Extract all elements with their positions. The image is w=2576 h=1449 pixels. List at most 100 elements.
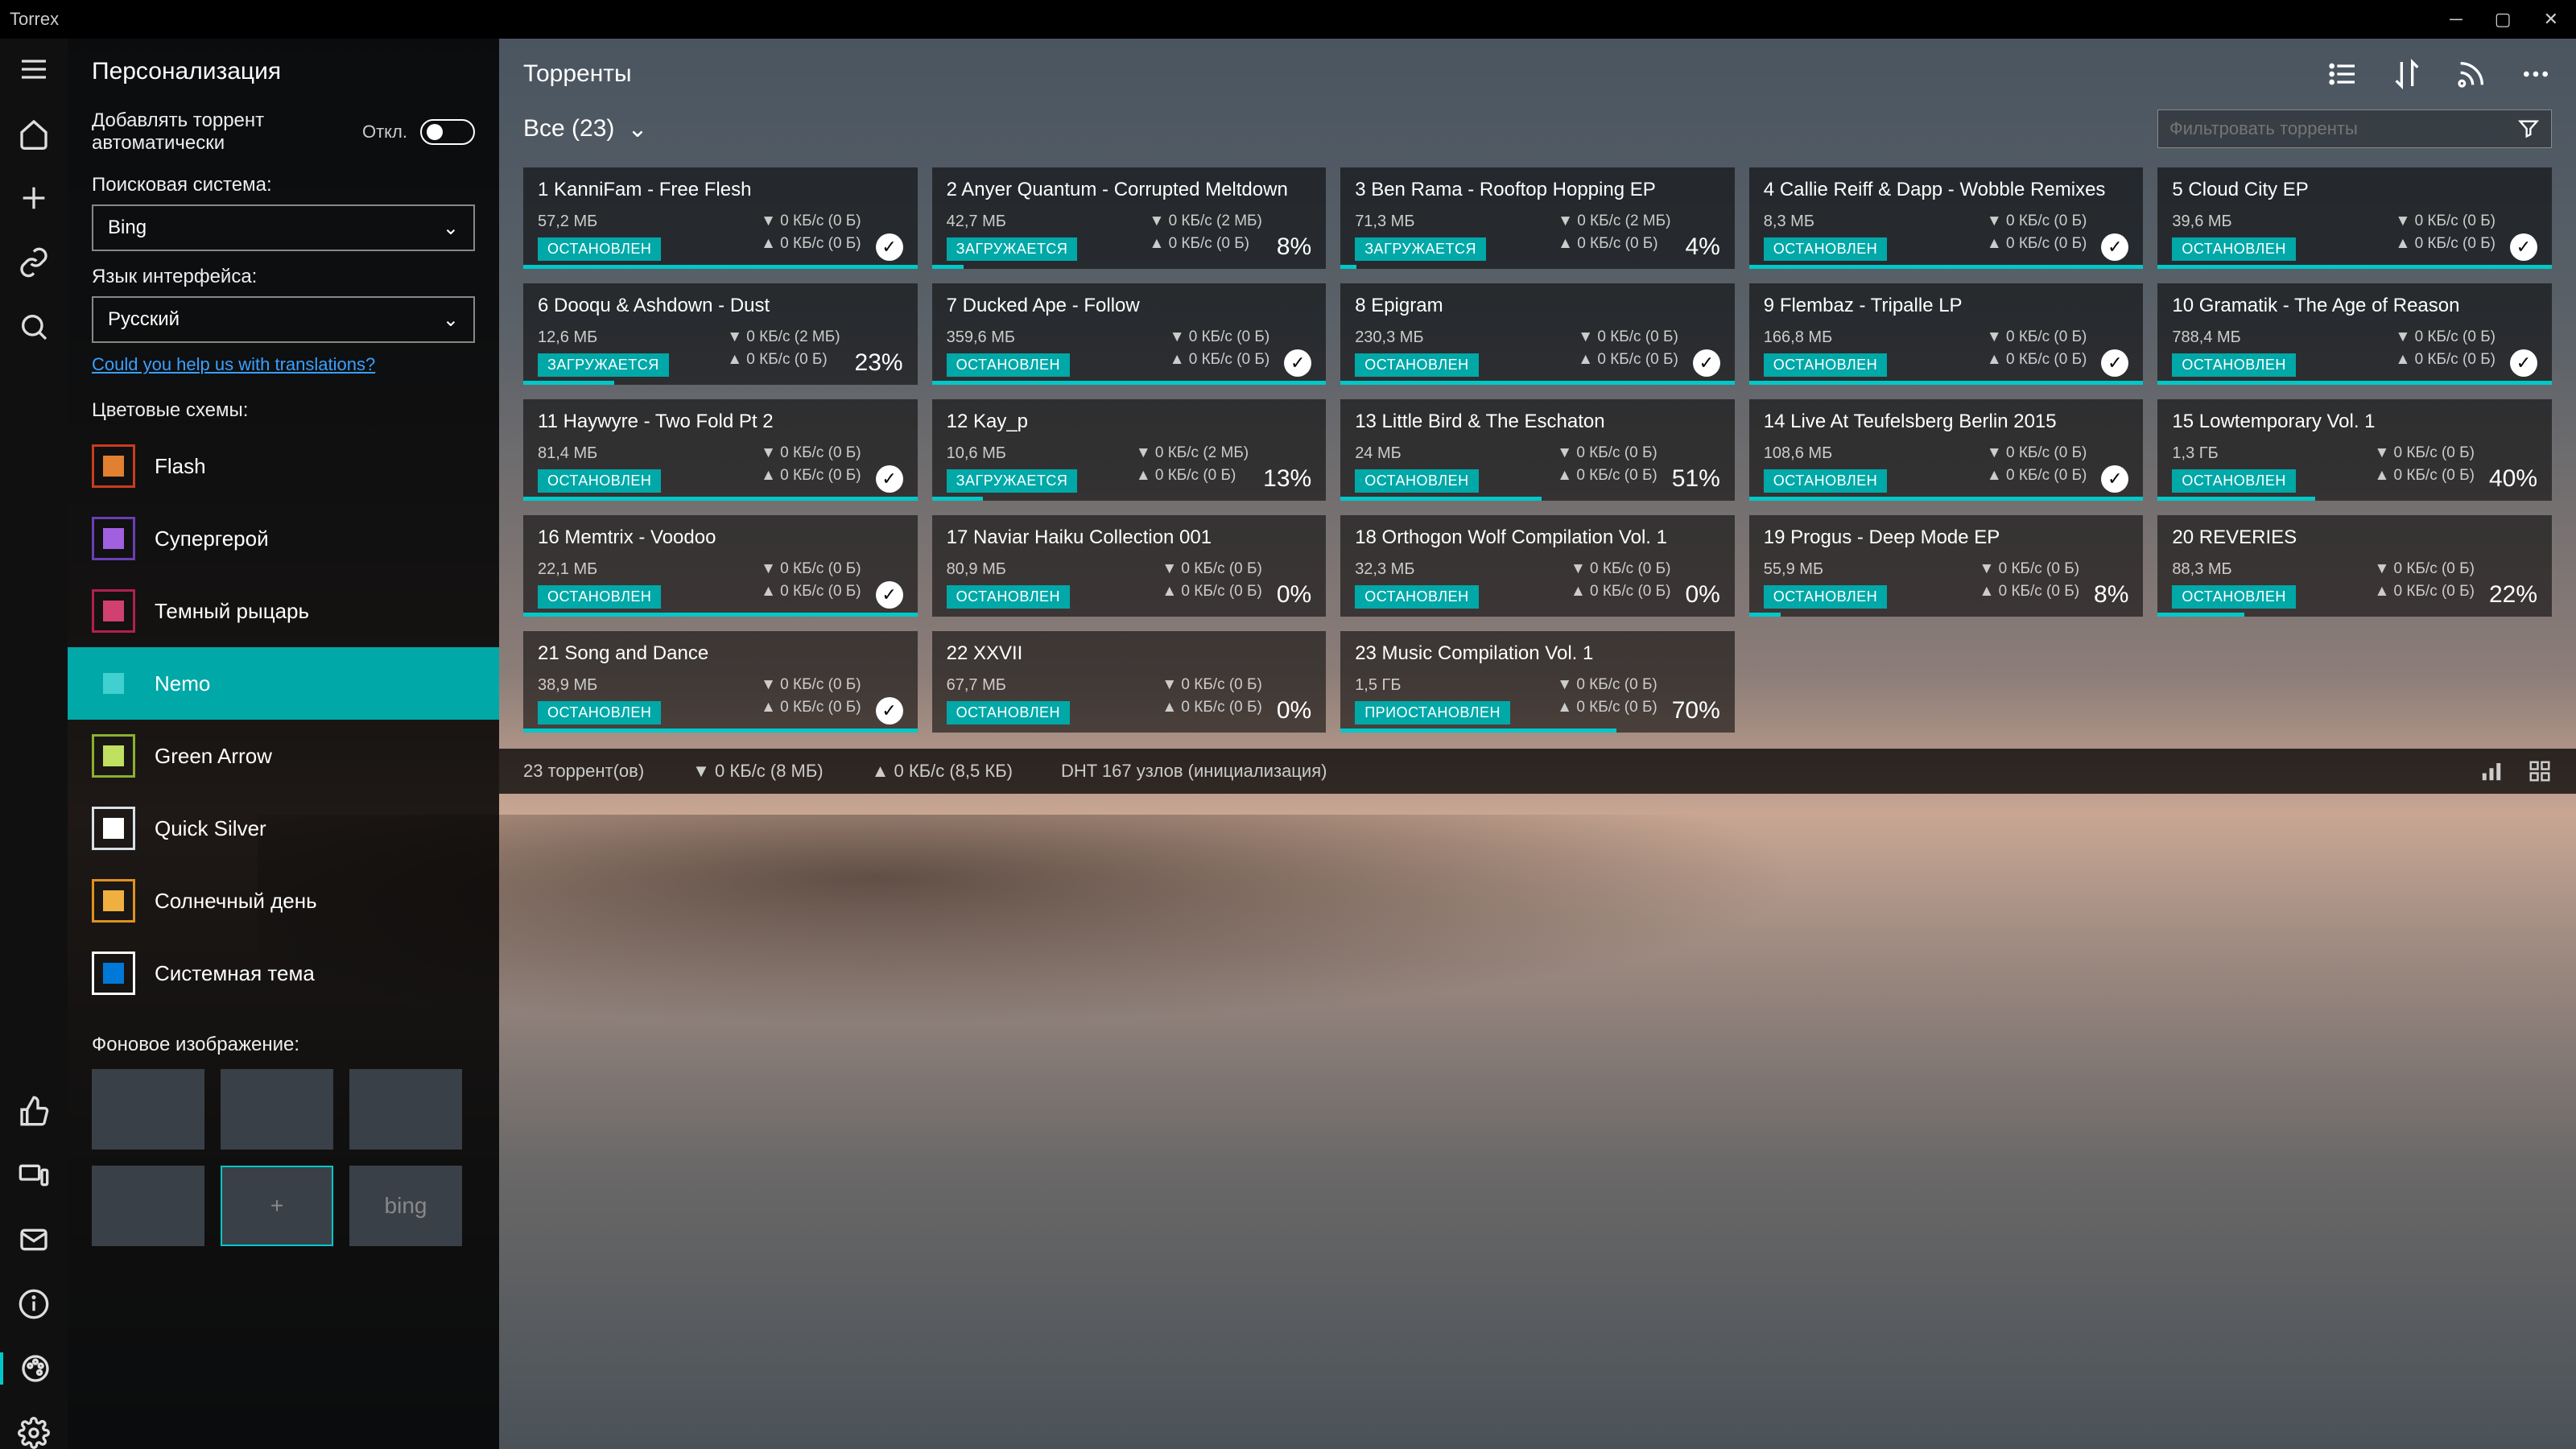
torrent-card[interactable]: 11 Haywyre - Two Fold Pt 2 81,4 МБ ОСТАН… [523,399,918,501]
minimize-button[interactable]: ─ [2450,9,2462,30]
torrent-card[interactable]: 12 Kay_p 10,6 МБ ЗАГРУЖАЕТСЯ ▼ 0 КБ/с (2… [932,399,1327,501]
torrent-down-rate: ▼ 0 КБ/с (0 Б) [1987,444,2087,462]
torrent-card[interactable]: 3 Ben Rama - Rooftop Hopping EP 71,3 МБ … [1340,167,1735,269]
torrent-size: 81,4 МБ [538,444,661,463]
torrent-card[interactable]: 23 Music Compilation Vol. 1 1,5 ГБ ПРИОС… [1340,631,1735,733]
torrent-card[interactable]: 9 Flembaz - Tripalle LP 166,8 МБ ОСТАНОВ… [1749,283,2144,385]
chevron-down-icon: ⌄ [443,308,459,332]
torrent-size: 42,7 МБ [947,213,1078,231]
info-icon[interactable] [18,1288,50,1320]
torrent-card[interactable]: 16 Memtrix - Voodoo 22,1 МБ ОСТАНОВЛЕН ▼… [523,515,918,617]
torrent-size: 57,2 МБ [538,213,661,231]
torrent-card[interactable]: 7 Ducked Ape - Follow 359,6 МБ ОСТАНОВЛЕ… [932,283,1327,385]
settings-icon[interactable] [18,1417,50,1449]
maximize-button[interactable]: ▢ [2495,9,2512,30]
more-icon[interactable] [2520,58,2552,90]
torrent-card[interactable]: 19 Progus - Deep Mode EP 55,9 МБ ОСТАНОВ… [1749,515,2144,617]
torrent-card[interactable]: 10 Gramatik - The Age of Reason 788,4 МБ… [2157,283,2552,385]
theme-swatch [92,517,135,560]
auto-add-toggle[interactable] [420,119,475,145]
language-label: Язык интерфейса: [92,266,475,288]
mail-icon[interactable] [18,1224,50,1256]
torrent-progress [2157,381,2552,385]
theme-nemo[interactable]: Nemo [68,647,499,720]
devices-icon[interactable] [18,1159,50,1191]
theme-name: Супергерой [155,526,269,551]
torrent-card[interactable]: 15 Lowtemporary Vol. 1 1,3 ГБ ОСТАНОВЛЕН… [2157,399,2552,501]
theme-системная-тема[interactable]: Системная тема [68,937,499,1009]
settings-panel: Персонализация Добавлять торрент автомат… [68,39,499,1449]
bg-tile-5[interactable]: bing [349,1166,462,1246]
torrent-card[interactable]: 5 Cloud City EP 39,6 МБ ОСТАНОВЛЕН ▼ 0 К… [2157,167,2552,269]
theme-темный-рыцарь[interactable]: Темный рыцарь [68,575,499,647]
bg-tile-0[interactable] [92,1069,204,1150]
theme-swatch [92,734,135,778]
theme-icon[interactable] [0,1352,68,1385]
torrent-title: 12 Kay_p [947,411,1312,433]
torrent-size: 108,6 МБ [1764,444,1887,463]
theme-солнечный-день[interactable]: Солнечный день [68,865,499,937]
bg-tile-1[interactable] [221,1069,333,1150]
torrent-card[interactable]: 17 Naviar Haiku Collection 001 80,9 МБ О… [932,515,1327,617]
torrent-card[interactable]: 14 Live At Teufelsberg Berlin 2015 108,6… [1749,399,2144,501]
theme-swatch [92,589,135,633]
torrent-status: ОСТАНОВЛЕН [947,701,1070,724]
torrent-card[interactable]: 4 Callie Reiff & Dapp - Wobble Remixes 8… [1749,167,2144,269]
signal-icon[interactable] [2479,759,2504,783]
filter-icon[interactable] [2517,118,2540,140]
torrent-down-rate: ▼ 0 КБ/с (0 Б) [1571,560,1671,578]
torrent-status: ОСТАНОВЛЕН [2172,353,2295,377]
torrent-title: 23 Music Compilation Vol. 1 [1355,642,1720,665]
torrent-card[interactable]: 6 Dooqu & Ashdown - Dust 12,6 МБ ЗАГРУЖА… [523,283,918,385]
filter-label: Все (23) [523,115,614,142]
sort-icon[interactable] [2391,58,2423,90]
torrent-status: ОСТАНОВЛЕН [538,701,661,724]
theme-name: Quick Silver [155,816,266,841]
filter-search[interactable] [2157,109,2552,148]
torrent-card[interactable]: 2 Anyer Quantum - Corrupted Meltdown 42,… [932,167,1327,269]
bg-tile-2[interactable] [349,1069,462,1150]
torrent-size: 55,9 МБ [1764,560,1887,579]
link-icon[interactable] [18,246,50,279]
torrent-card[interactable]: 21 Song and Dance 38,9 МБ ОСТАНОВЛЕН ▼ 0… [523,631,918,733]
grid-view-icon[interactable] [2528,759,2552,783]
theme-супергерой[interactable]: Супергерой [68,502,499,575]
language-select[interactable]: Русский ⌄ [92,296,475,343]
list-view-icon[interactable] [2326,58,2359,90]
torrent-down-rate: ▼ 0 КБ/с (0 Б) [1987,328,2087,346]
translate-link[interactable]: Could you help us with translations? [92,354,475,375]
torrent-card[interactable]: 18 Orthogon Wolf Compilation Vol. 1 32,3… [1340,515,1735,617]
filter-dropdown[interactable]: Все (23) ⌄ [523,115,648,143]
torrent-size: 166,8 МБ [1764,328,1887,347]
torrent-status: ОСТАНОВЛЕН [947,585,1070,609]
torrent-card[interactable]: 8 Epigram 230,3 МБ ОСТАНОВЛЕН ▼ 0 КБ/с (… [1340,283,1735,385]
thumbs-up-icon[interactable] [18,1095,50,1127]
torrent-size: 10,6 МБ [947,444,1078,463]
filter-input[interactable] [2169,118,2517,139]
panel-title: Персонализация [92,58,475,85]
torrent-card[interactable]: 20 REVERIES 88,3 МБ ОСТАНОВЛЕН ▼ 0 КБ/с … [2157,515,2552,617]
menu-icon[interactable] [18,53,50,85]
torrent-progress [523,497,918,501]
torrent-down-rate: ▼ 0 КБ/с (2 МБ) [727,328,840,346]
search-icon[interactable] [18,311,50,343]
torrent-card[interactable]: 13 Little Bird & The Eschaton 24 МБ ОСТА… [1340,399,1735,501]
torrent-status: ОСТАНОВЛЕН [1355,469,1478,493]
torrent-down-rate: ▼ 0 КБ/с (0 Б) [2396,328,2496,346]
rss-icon[interactable] [2455,58,2487,90]
torrent-title: 13 Little Bird & The Eschaton [1355,411,1720,433]
torrent-card[interactable]: 22 XXVII 67,7 МБ ОСТАНОВЛЕН ▼ 0 КБ/с (0 … [932,631,1327,733]
check-icon: ✓ [2101,233,2128,261]
torrent-progress [523,265,918,269]
torrent-status: ПРИОСТАНОВЛЕН [1355,701,1510,724]
bg-tile-4[interactable]: + [221,1166,333,1246]
close-button[interactable]: ✕ [2544,9,2558,30]
bg-tile-3[interactable] [92,1166,204,1246]
torrent-card[interactable]: 1 KanniFam - Free Flesh 57,2 МБ ОСТАНОВЛ… [523,167,918,269]
theme-flash[interactable]: Flash [68,430,499,502]
home-icon[interactable] [18,118,50,150]
theme-quick-silver[interactable]: Quick Silver [68,792,499,865]
theme-green-arrow[interactable]: Green Arrow [68,720,499,792]
search-engine-select[interactable]: Bing ⌄ [92,204,475,251]
add-icon[interactable] [18,182,50,214]
